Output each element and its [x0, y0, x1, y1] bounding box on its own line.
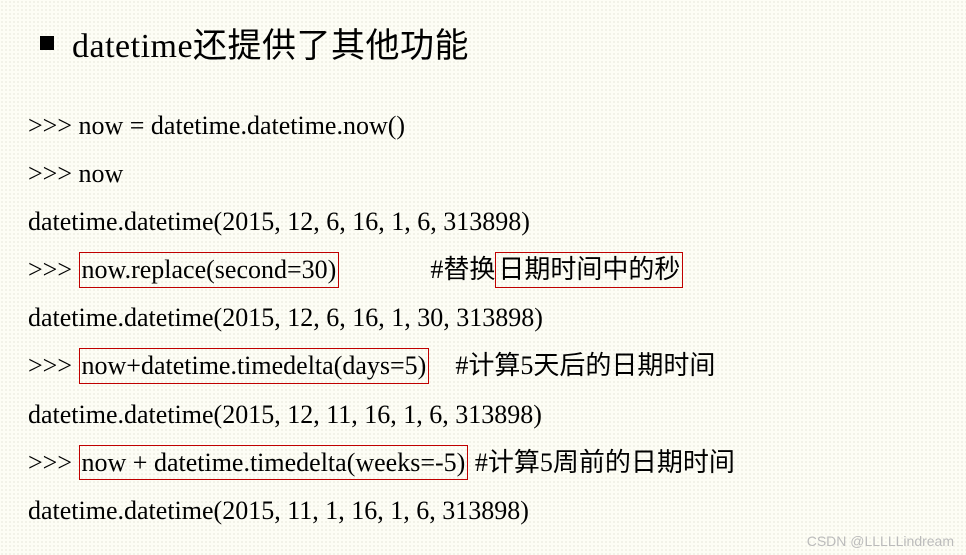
- bullet-icon: [40, 36, 54, 50]
- code-line-8: >>> now + datetime.timedelta(weeks=-5) #…: [28, 439, 946, 487]
- code-line-4: >>> now.replace(second=30) #替换日期时间中的秒: [28, 246, 946, 294]
- comment-text: #计算5天后的日期时间: [429, 351, 715, 380]
- code-line-9: datetime.datetime(2015, 11, 1, 16, 1, 6,…: [28, 487, 946, 535]
- highlighted-code: now+datetime.timedelta(days=5): [79, 348, 430, 384]
- highlighted-code: now + datetime.timedelta(weeks=-5): [79, 445, 469, 481]
- title-row: datetime还提供了其他功能: [40, 18, 946, 67]
- highlighted-code: now.replace(second=30): [79, 252, 340, 288]
- code-line-2: >>> now: [28, 150, 946, 198]
- code-line-5: datetime.datetime(2015, 12, 6, 16, 1, 30…: [28, 294, 946, 342]
- prompt: >>>: [28, 351, 79, 380]
- prompt: >>>: [28, 448, 79, 477]
- prompt: >>>: [28, 255, 79, 284]
- comment-text: #计算5周前的日期时间: [468, 448, 735, 477]
- code-line-7: datetime.datetime(2015, 12, 11, 16, 1, 6…: [28, 391, 946, 439]
- code-block: >>> now = datetime.datetime.now() >>> no…: [28, 102, 946, 535]
- watermark: CSDN @LLLLLindream: [807, 533, 954, 549]
- code-line-1: >>> now = datetime.datetime.now(): [28, 102, 946, 150]
- highlighted-comment: 日期时间中的秒: [495, 252, 683, 288]
- code-line-3: datetime.datetime(2015, 12, 6, 16, 1, 6,…: [28, 198, 946, 246]
- title-text: datetime还提供了其他功能: [72, 18, 469, 67]
- code-line-6: >>> now+datetime.timedelta(days=5) #计算5天…: [28, 342, 946, 390]
- comment-text: #替换: [339, 255, 495, 284]
